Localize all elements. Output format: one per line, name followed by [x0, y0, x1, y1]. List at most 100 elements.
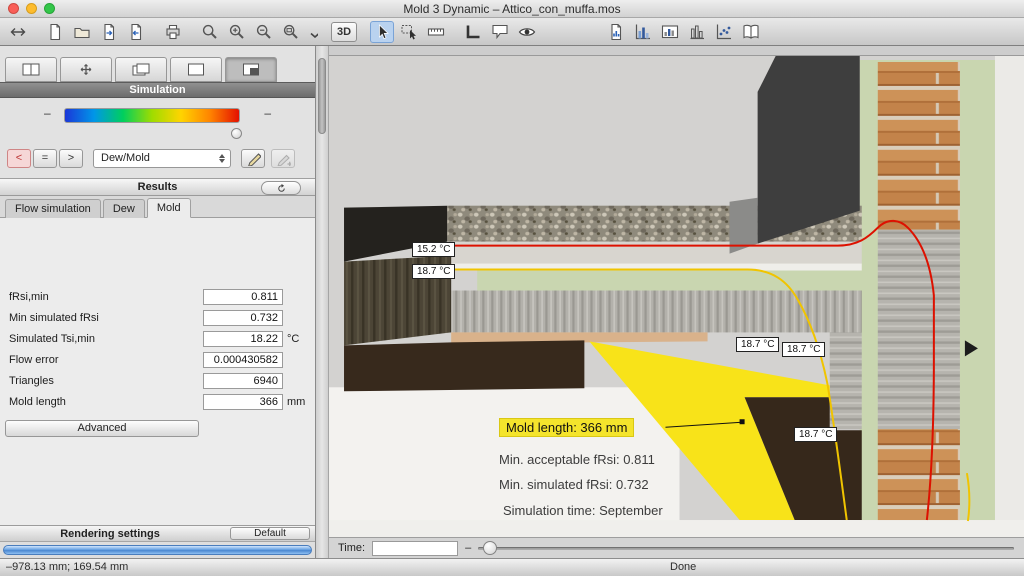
prev-step-button[interactable]: < — [7, 149, 31, 168]
chart-panel-icon — [661, 23, 679, 41]
zoom-selection-button[interactable] — [279, 21, 303, 43]
scale-min-label: – — [44, 106, 51, 120]
report-book-button[interactable] — [739, 21, 763, 43]
field-value[interactable]: 0.811 — [203, 289, 283, 305]
select-cursor-button[interactable] — [370, 21, 394, 43]
default-button[interactable]: Default — [230, 527, 310, 540]
ruler-icon — [427, 23, 445, 41]
field-value[interactable]: 0.732 — [203, 310, 283, 326]
comment-button[interactable] — [488, 21, 512, 43]
field-value[interactable]: 6940 — [203, 373, 283, 389]
edit-scale-button[interactable] — [241, 149, 265, 168]
zoom-icon — [201, 23, 219, 41]
mold-length-callout: Mold length: 366 mm — [499, 418, 634, 437]
scale-max-label: – — [264, 106, 271, 120]
title-bar: Mold 3 Dynamic – Attico_con_muffa.mos — [0, 0, 1024, 18]
point-chart-button[interactable] — [712, 21, 736, 43]
column-chart-button[interactable] — [685, 21, 709, 43]
next-step-button[interactable]: > — [59, 149, 83, 168]
time-slider-thumb[interactable] — [483, 541, 497, 555]
book-icon — [742, 23, 760, 41]
refresh-results-button[interactable] — [261, 181, 301, 195]
view-tab-bar — [0, 55, 315, 82]
progress-bar — [3, 545, 312, 555]
zoom-button-tool[interactable] — [198, 21, 222, 43]
field-label: Flow error — [9, 354, 59, 366]
simulated-frsi-annotation: Min. simulated fRsi: 0.732 — [499, 477, 649, 492]
color-scale-area: – – — [0, 98, 315, 145]
dew-mold-dropdown[interactable]: Dew/Mold — [93, 149, 231, 168]
new-document-button[interactable] — [43, 21, 67, 43]
view-tab-cascade[interactable] — [115, 57, 167, 82]
dropdown-arrows-icon — [216, 152, 227, 166]
export-document-button[interactable] — [124, 21, 148, 43]
open-folder-icon — [73, 23, 91, 41]
measure-button[interactable] — [424, 21, 448, 43]
print-icon — [164, 23, 182, 41]
zoom-out-button[interactable] — [252, 21, 276, 43]
model-canvas[interactable]: 15.2 °C 18.7 °C 18.7 °C 18.7 °C 18.7 °C … — [329, 55, 1024, 537]
view-tab-single[interactable] — [170, 57, 222, 82]
time-slider[interactable] — [478, 538, 1014, 558]
temperature-label: 18.7 °C — [736, 337, 779, 352]
field-value[interactable]: 18.22 — [203, 331, 283, 347]
mold-results-pane: fRsi,min 0.811 Min simulated fRsi 0.732 … — [0, 218, 315, 525]
zoom-in-button[interactable] — [225, 21, 249, 43]
field-flow-error: Flow error 0.000430582 — [0, 351, 315, 372]
construction-detail-drawing — [329, 56, 1024, 537]
cascade-view-icon — [132, 63, 150, 76]
print-button[interactable] — [161, 21, 185, 43]
tab-dew[interactable]: Dew — [103, 199, 145, 218]
tab-mold[interactable]: Mold — [147, 198, 191, 218]
simulation-time-annotation: Simulation time: September — [503, 503, 663, 518]
pencil-plus-icon — [276, 151, 291, 166]
time-slider-track[interactable] — [478, 547, 1014, 550]
time-input[interactable] — [372, 541, 458, 556]
view-tab-split[interactable] — [5, 57, 57, 82]
zoom-button[interactable] — [44, 3, 55, 14]
select-region-button[interactable] — [397, 21, 421, 43]
visibility-button[interactable] — [515, 21, 539, 43]
scrollbar-thumb[interactable] — [318, 58, 326, 134]
field-simulated-tsi-min: Simulated Tsi,min 18.22 °C — [0, 330, 315, 351]
field-label: Min simulated fRsi — [9, 312, 99, 324]
report-chart-icon — [607, 23, 625, 41]
angle-tool-button[interactable] — [461, 21, 485, 43]
progress-strip — [0, 542, 315, 558]
zoom-menu-button[interactable] — [306, 21, 318, 43]
field-unit: mm — [287, 396, 305, 408]
speech-bubble-icon — [491, 23, 509, 41]
rendering-settings-label: Rendering settings — [0, 528, 220, 540]
view-tab-corner[interactable] — [225, 57, 277, 82]
open-document-button[interactable] — [70, 21, 94, 43]
cursor-region-icon — [400, 23, 418, 41]
minimize-button[interactable] — [26, 3, 37, 14]
cursor-icon — [373, 23, 391, 41]
scale-slider-thumb[interactable] — [231, 128, 242, 139]
pencil-icon — [246, 151, 261, 166]
import-document-button[interactable] — [97, 21, 121, 43]
equal-step-button[interactable]: = — [33, 149, 57, 168]
simulation-controls: < = > Dew/Mold — [7, 146, 315, 170]
edit-levels-button[interactable] — [271, 149, 295, 168]
close-button[interactable] — [8, 3, 19, 14]
field-label: Triangles — [9, 375, 54, 387]
field-label: Mold length — [9, 396, 66, 408]
3d-toggle-button[interactable]: 3D — [331, 22, 357, 42]
zoom-in-icon — [228, 23, 246, 41]
field-mold-length: Mold length 366 mm — [0, 393, 315, 414]
tab-flow-simulation[interactable]: Flow simulation — [5, 199, 101, 218]
field-value[interactable]: 0.000430582 — [203, 352, 283, 368]
field-value[interactable]: 366 — [203, 394, 283, 410]
view-tab-move[interactable] — [60, 57, 112, 82]
nav-arrows-button[interactable] — [6, 21, 30, 43]
rendering-settings-bar: Rendering settings Default — [0, 525, 315, 542]
chart-panel-button[interactable] — [658, 21, 682, 43]
status-bar: –978.13 mm; 169.54 mm Done — [0, 558, 1024, 576]
advanced-button[interactable]: Advanced — [5, 420, 199, 437]
field-min-simulated-frsi: Min simulated fRsi 0.732 — [0, 309, 315, 330]
report-chart-button[interactable] — [604, 21, 628, 43]
angle-icon — [464, 23, 482, 41]
bar-chart-button[interactable] — [631, 21, 655, 43]
canvas-vertical-scrollbar[interactable] — [316, 46, 329, 558]
